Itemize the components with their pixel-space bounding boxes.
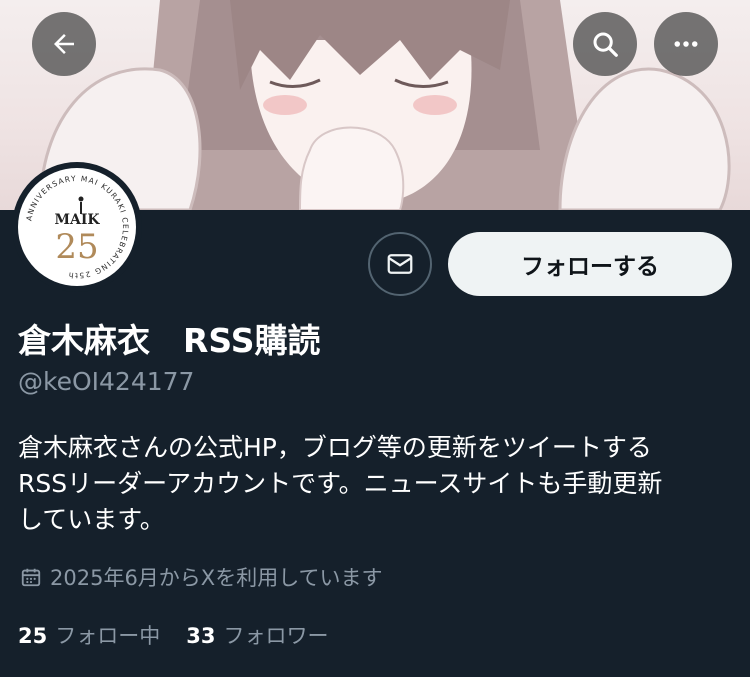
avatar-image: ANNIVERSARY MAI KURAKI CELEBRATING 25th … xyxy=(18,168,136,286)
mail-icon xyxy=(387,254,413,274)
following-label: フォロー中 xyxy=(55,624,161,648)
joined-text: 2025年6月からXを利用しています xyxy=(50,566,383,590)
search-button[interactable] xyxy=(573,12,637,76)
anniversary-logo: ANNIVERSARY MAI KURAKI CELEBRATING 25th … xyxy=(24,174,128,280)
svg-text:MAIK: MAIK xyxy=(54,212,100,228)
message-button[interactable] xyxy=(368,232,432,296)
follow-stats: 25 フォロー中 33 フォロワー xyxy=(18,620,328,650)
profile-display-name: 倉木麻衣 RSS購読 xyxy=(18,321,321,360)
following-count: 25 xyxy=(18,624,48,648)
profile-bio: 倉木麻衣さんの公式HP，ブログ等の更新をツイートする RSSリーダーアカウントで… xyxy=(18,433,663,534)
search-icon xyxy=(593,32,618,57)
back-button[interactable] xyxy=(32,12,96,76)
followers-label: フォロワー xyxy=(223,624,329,648)
profile-avatar[interactable]: ANNIVERSARY MAI KURAKI CELEBRATING 25th … xyxy=(12,162,142,292)
more-horizontal-icon xyxy=(674,41,698,47)
profile-handle: @keOI424177 xyxy=(18,367,195,396)
followers-link[interactable]: 33 フォロワー xyxy=(186,620,328,650)
followers-count: 33 xyxy=(186,624,216,648)
following-link[interactable]: 25 フォロー中 xyxy=(18,620,160,650)
follow-button[interactable]: フォローする xyxy=(448,232,732,296)
calendar-icon xyxy=(21,568,41,587)
svg-text:25: 25 xyxy=(55,227,98,267)
arrow-left-icon xyxy=(54,34,74,54)
joined-date: 2025年6月からXを利用しています xyxy=(20,562,383,592)
more-options-button[interactable] xyxy=(654,12,718,76)
